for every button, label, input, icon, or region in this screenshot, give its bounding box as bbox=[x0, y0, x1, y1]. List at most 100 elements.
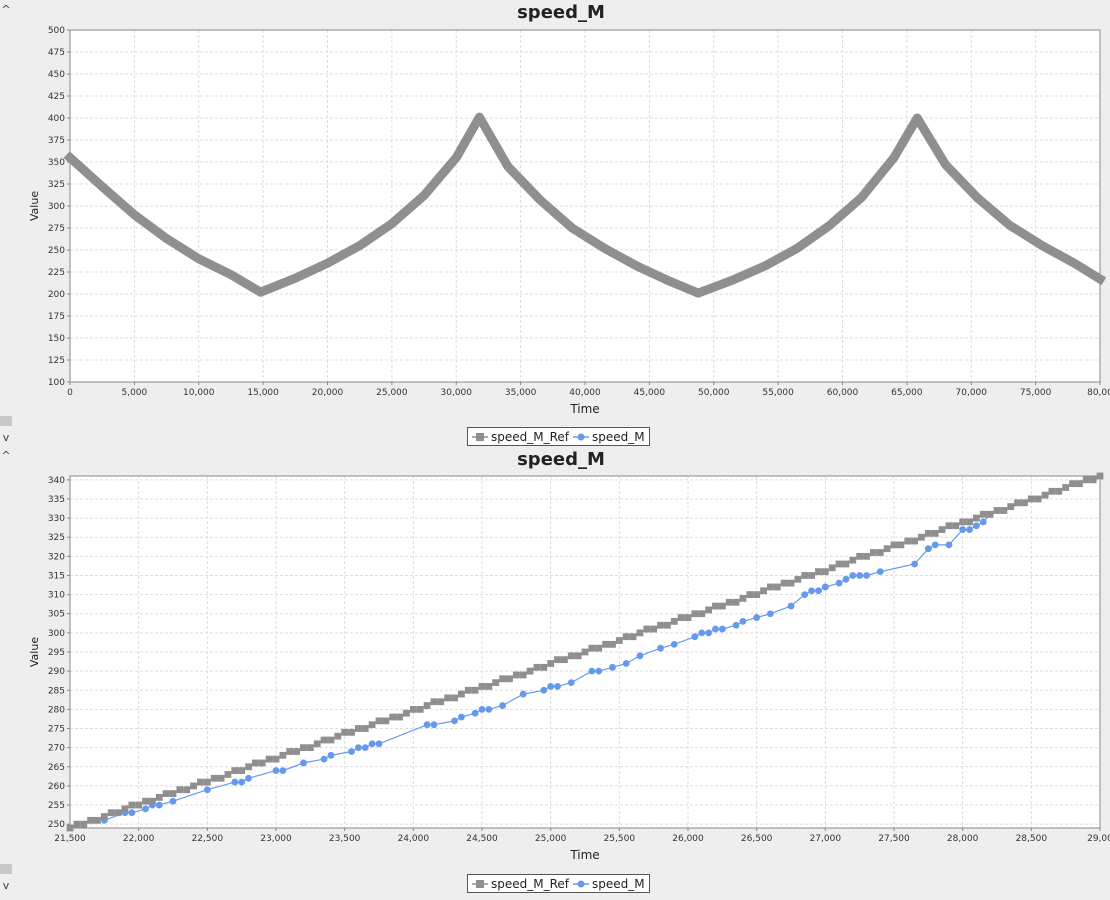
data-point-speed_M_Ref bbox=[142, 797, 149, 805]
x-tick-label: 40,000 bbox=[569, 388, 601, 398]
data-point-speed_M_Ref bbox=[581, 648, 589, 656]
data-point-speed_M_Ref bbox=[890, 541, 898, 549]
legend-label-meas: speed_M bbox=[592, 429, 645, 444]
y-tick-label: 175 bbox=[48, 312, 65, 322]
data-point-speed_M_Ref bbox=[801, 572, 809, 579]
collapse-down-icon[interactable]: v bbox=[0, 880, 12, 892]
data-point-speed_M bbox=[478, 705, 486, 713]
y-tick-label: 375 bbox=[48, 136, 65, 146]
legend-item-meas: speed_M bbox=[573, 877, 645, 891]
data-point-speed_M_Ref bbox=[476, 114, 483, 121]
data-point-speed_M_Ref bbox=[227, 271, 234, 278]
data-point-speed_M_Ref bbox=[162, 790, 170, 797]
data-point-speed_M bbox=[430, 721, 438, 729]
data-point-speed_M_Ref bbox=[94, 816, 101, 824]
x-tick-label: 30,000 bbox=[441, 388, 473, 398]
data-point-speed_M bbox=[320, 755, 328, 763]
data-point-speed_M_Ref bbox=[863, 552, 870, 560]
data-point-speed_M_Ref bbox=[828, 564, 836, 572]
data-point-speed_M_Ref bbox=[1055, 487, 1063, 495]
data-point-speed_M_Ref bbox=[732, 598, 740, 606]
data-point-speed_M_Ref bbox=[252, 759, 259, 767]
data-point-speed_M_Ref bbox=[169, 790, 177, 797]
data-point-speed_M bbox=[636, 652, 644, 660]
data-point-speed_M_Ref bbox=[615, 637, 623, 644]
data-point-speed_M_Ref bbox=[183, 786, 191, 794]
data-point-speed_M_Ref bbox=[808, 572, 815, 579]
data-point-speed_M_Ref bbox=[533, 663, 541, 671]
y-tick-label: 225 bbox=[48, 268, 65, 278]
data-point-speed_M bbox=[272, 767, 280, 775]
x-tick-label: 26,500 bbox=[741, 834, 773, 844]
data-point-speed_M_Ref bbox=[536, 196, 543, 203]
line-chart-top: 100 125 150 175 200 225 250 275 300 325 350 375 400 4… bbox=[28, 26, 1110, 416]
data-point-speed_M bbox=[712, 625, 719, 633]
data-point-speed_M_Ref bbox=[492, 679, 500, 687]
x-tick-label: 21,500 bbox=[54, 834, 86, 844]
x-tick-label: 20,000 bbox=[312, 388, 344, 398]
data-point-speed_M_Ref bbox=[664, 621, 671, 629]
y-tick-label: 305 bbox=[48, 610, 65, 620]
data-point-speed_M_Ref bbox=[512, 671, 520, 679]
data-point-speed_M_Ref bbox=[190, 782, 197, 790]
y-tick-label: 425 bbox=[48, 92, 65, 102]
data-point-speed_M bbox=[458, 713, 465, 721]
data-point-speed_M bbox=[567, 679, 575, 687]
data-point-speed_M_Ref bbox=[324, 260, 331, 267]
data-point-speed_M_Ref bbox=[1027, 495, 1035, 503]
y-tick-label: 340 bbox=[48, 476, 65, 486]
data-point-speed_M_Ref bbox=[677, 614, 685, 621]
x-tick-label: 23,000 bbox=[260, 834, 292, 844]
x-tick-label: 26,000 bbox=[672, 834, 704, 844]
y-tick-label: 300 bbox=[48, 629, 65, 639]
circle-marker-icon bbox=[573, 880, 590, 887]
data-point-speed_M bbox=[856, 572, 864, 579]
data-point-speed_M_Ref bbox=[430, 698, 438, 706]
data-point-speed_M_Ref bbox=[1006, 222, 1013, 229]
data-point-speed_M_Ref bbox=[911, 537, 918, 545]
data-point-speed_M_Ref bbox=[135, 801, 143, 809]
data-point-speed_M_Ref bbox=[107, 809, 115, 817]
data-point-speed_M_Ref bbox=[286, 748, 294, 755]
y-tick-label: 265 bbox=[48, 763, 65, 773]
data-point-speed_M_Ref bbox=[1069, 480, 1076, 488]
chart-panel-top: ^ v speed_M 100 125 150 175 200 225 250 275 300 3… bbox=[0, 0, 1110, 448]
data-point-speed_M_Ref bbox=[257, 289, 264, 296]
data-point-speed_M_Ref bbox=[876, 549, 884, 556]
data-point-speed_M_Ref bbox=[753, 591, 761, 599]
data-point-speed_M bbox=[698, 629, 706, 637]
data-point-speed_M_Ref bbox=[952, 522, 960, 530]
chart-legend[interactable]: speed_M_Ref speed_M bbox=[467, 427, 650, 446]
data-point-speed_M_Ref bbox=[870, 549, 877, 556]
data-point-speed_M_Ref bbox=[849, 556, 857, 564]
data-point-speed_M_Ref bbox=[73, 820, 81, 828]
data-point-speed_M_Ref bbox=[265, 755, 273, 763]
data-point-speed_M bbox=[485, 705, 493, 713]
data-point-speed_M_Ref bbox=[1071, 260, 1078, 267]
chart-legend[interactable]: speed_M_Ref speed_M bbox=[467, 874, 650, 893]
data-point-speed_M_Ref bbox=[327, 736, 335, 744]
legend-item-ref: speed_M_Ref bbox=[472, 430, 569, 444]
data-point-speed_M_Ref bbox=[760, 587, 767, 595]
data-point-speed_M_Ref bbox=[279, 751, 287, 759]
y-tick-label: 500 bbox=[48, 26, 65, 36]
data-point-speed_M_Ref bbox=[554, 656, 561, 664]
data-point-speed_M_Ref bbox=[451, 694, 458, 702]
data-point-speed_M_Ref bbox=[547, 660, 555, 667]
data-point-speed_M_Ref bbox=[973, 514, 980, 522]
data-point-speed_M bbox=[945, 541, 953, 549]
data-point-speed_M bbox=[595, 667, 603, 675]
data-point-speed_M_Ref bbox=[684, 614, 692, 621]
data-point-speed_M_Ref bbox=[1000, 507, 1008, 514]
y-tick-label: 475 bbox=[48, 48, 65, 58]
data-point-speed_M_Ref bbox=[409, 705, 417, 713]
y-tick-label: 325 bbox=[48, 180, 65, 190]
data-point-speed_M_Ref bbox=[914, 115, 921, 121]
collapse-down-icon[interactable]: v bbox=[0, 432, 12, 444]
y-tick-label: 150 bbox=[48, 334, 65, 344]
data-point-speed_M_Ref bbox=[176, 786, 184, 794]
data-point-speed_M bbox=[670, 640, 678, 648]
data-point-speed_M_Ref bbox=[1097, 276, 1103, 283]
data-point-speed_M_Ref bbox=[725, 598, 733, 606]
data-point-speed_M_Ref bbox=[718, 602, 726, 610]
